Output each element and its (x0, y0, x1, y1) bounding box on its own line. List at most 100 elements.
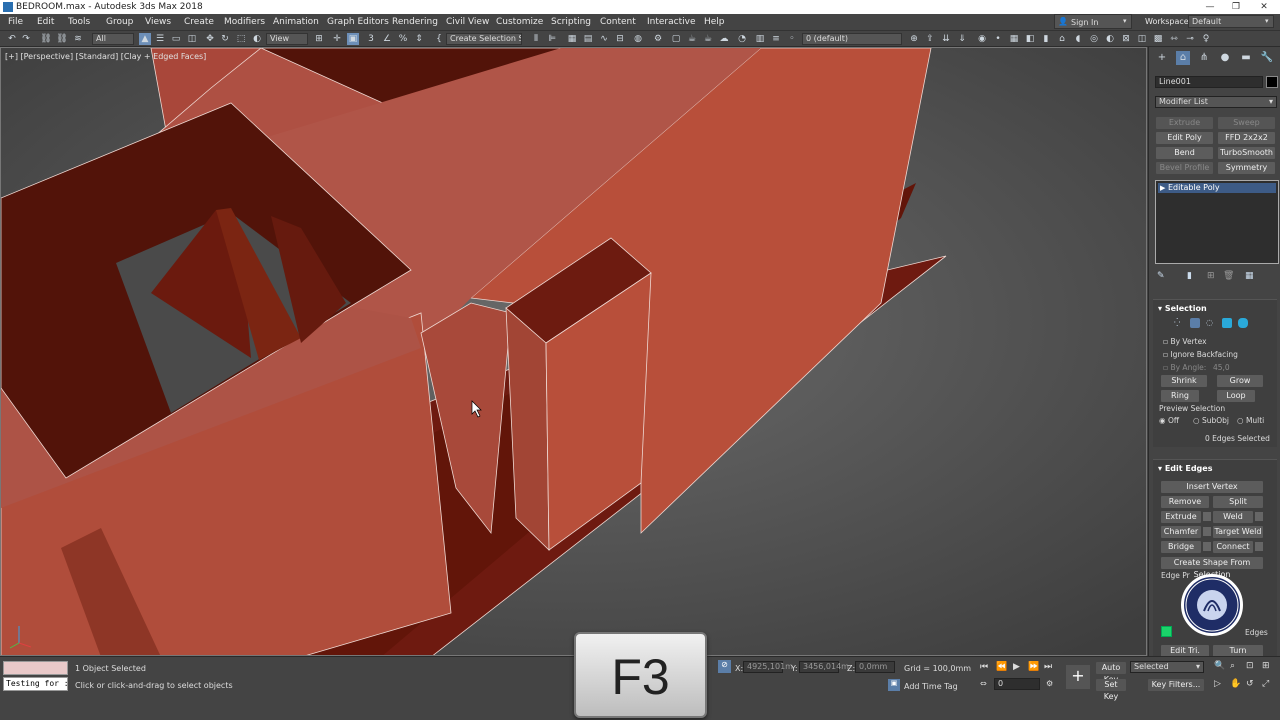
select-object-icon[interactable]: ▲ (139, 33, 151, 45)
zoom-extents-all-icon[interactable]: ⊞ (1262, 661, 1270, 671)
z-coord-field[interactable]: 0,0mm (855, 661, 895, 673)
modifier-stack[interactable]: ▶ Editable Poly (1155, 180, 1279, 264)
menu-scripting[interactable]: Scripting (551, 17, 591, 27)
turn-button[interactable]: Turn (1213, 645, 1263, 656)
ref-coord-dropdown[interactable]: View (266, 33, 308, 45)
maxscript-listener-pink[interactable] (3, 661, 68, 675)
utilities-tab-icon[interactable]: 🔧 (1260, 51, 1274, 65)
maximize-button[interactable]: ❐ (1222, 0, 1250, 14)
weld-settings-icon[interactable] (1255, 512, 1263, 521)
viewport-label[interactable]: [+] [Perspective] [Standard] [Clay + Edg… (5, 52, 206, 61)
make-unique-icon[interactable]: ⊞ (1207, 271, 1215, 281)
menu-graph-editors[interactable]: Graph Editors (327, 17, 389, 27)
preview-subobj-radio[interactable]: ○ SubObj (1193, 416, 1229, 425)
time-config-icon[interactable]: ⚙ (1046, 679, 1053, 688)
current-frame-field[interactable]: 0 (994, 678, 1040, 690)
extrude-mod-button[interactable]: Extrude (1156, 117, 1213, 129)
remove-modifier-icon[interactable]: 🗑 (1223, 271, 1234, 281)
field-of-view-icon[interactable]: ▷ (1214, 679, 1221, 689)
auto-key-button[interactable]: Auto Key (1096, 662, 1126, 684)
gizmo-icon[interactable]: ◎ (1088, 33, 1100, 45)
layer-dropdown[interactable]: 0 (default) (802, 33, 902, 45)
previous-frame-icon[interactable]: ⏪ (996, 662, 1007, 672)
maximize-viewport-icon[interactable]: ⤢ (1262, 679, 1269, 689)
menu-tools[interactable]: Tools (68, 17, 90, 27)
key-filters-button[interactable]: Key Filters... (1148, 679, 1204, 691)
percent-snap-icon[interactable]: % (397, 33, 409, 45)
spacing-icon[interactable]: ⊸ (1184, 33, 1196, 45)
bend-mod-button[interactable]: Bend (1156, 147, 1213, 159)
named-selection-dropdown[interactable]: Create Selection Se (446, 33, 522, 45)
modify-tab-icon[interactable]: ⌂ (1176, 51, 1190, 65)
key-mode-icon[interactable]: ⇔ (980, 679, 987, 688)
go-to-start-icon[interactable]: ⏮ (980, 662, 988, 672)
shrink-button[interactable]: Shrink (1161, 375, 1207, 387)
add-to-layer-icon[interactable]: ⇪ (924, 33, 936, 45)
weld-button[interactable]: Weld (1213, 511, 1253, 523)
toggle-ribbon-icon[interactable]: ▤ (582, 33, 594, 45)
insert-vertex-button[interactable]: Insert Vertex (1161, 481, 1263, 493)
measure-icon[interactable]: ⇿ (1168, 33, 1180, 45)
material-editor-icon[interactable]: ◍ (632, 33, 644, 45)
maxscript-listener-white[interactable]: Testing for : (3, 677, 68, 691)
move-icon[interactable]: ✥ (204, 33, 216, 45)
sign-in-dropdown[interactable]: 👤 Sign In ▾ (1054, 14, 1132, 29)
render-frame-icon[interactable]: ▢ (670, 33, 682, 45)
unlink-icon[interactable]: ⛓ (56, 33, 68, 45)
lock-icon[interactable]: ▮ (1040, 33, 1052, 45)
align-view-icon[interactable]: ◧ (1024, 33, 1036, 45)
pan-icon[interactable]: ✋ (1230, 679, 1241, 689)
x-coord-field[interactable]: 4925,101m (743, 661, 793, 673)
edit-edges-title[interactable]: ▾ Edit Edges (1158, 464, 1280, 473)
bind-spacewarp-icon[interactable]: ≋ (72, 33, 84, 45)
menu-help[interactable]: Help (704, 17, 725, 27)
extrude-settings-icon[interactable] (1203, 512, 1211, 521)
display-tab-icon[interactable]: ▬ (1239, 51, 1253, 65)
motion-tab-icon[interactable]: ● (1218, 51, 1232, 65)
modifier-list-dropdown[interactable]: Modifier List ▾ (1155, 96, 1277, 108)
minimize-button[interactable]: — (1196, 0, 1224, 14)
element-mode-icon[interactable] (1238, 318, 1248, 328)
object-name-field[interactable]: Line001 (1155, 76, 1263, 88)
play-icon[interactable]: ▶ (1013, 662, 1020, 672)
target-weld-button[interactable]: Target Weld (1213, 526, 1263, 538)
edge-mode-icon[interactable] (1190, 318, 1200, 328)
orbit-icon[interactable]: ↺ (1246, 679, 1254, 689)
edit-poly-mod-button[interactable]: Edit Poly (1156, 132, 1213, 144)
preview-off-radio[interactable]: ◉ Off (1159, 416, 1179, 425)
render-iterative-icon[interactable]: ☕ (702, 33, 714, 45)
redo-icon[interactable]: ↷ (20, 33, 32, 45)
grow-button[interactable]: Grow (1217, 375, 1263, 387)
scale-icon[interactable]: ⬚ (235, 33, 247, 45)
configure-sets-icon[interactable]: ▦ (1245, 271, 1254, 281)
wire-icon[interactable]: ⊠ (1120, 33, 1132, 45)
link-icon[interactable]: ⛓ (40, 33, 52, 45)
render-setup-icon[interactable]: ⚙ (652, 33, 664, 45)
show-end-result-icon[interactable]: ▮ (1187, 271, 1192, 281)
menu-views[interactable]: Views (145, 17, 171, 27)
snaps-toggle-icon[interactable]: 3 (365, 33, 377, 45)
connect-button[interactable]: Connect (1213, 541, 1253, 553)
bevel-profile-mod-button[interactable]: Bevel Profile (1156, 162, 1213, 174)
set-key-button[interactable]: Set Key (1096, 679, 1126, 701)
selection-rollout-title[interactable]: ▾ Selection (1158, 304, 1280, 313)
time-tag-icon[interactable]: ▣ (888, 679, 900, 691)
extrude-button[interactable]: Extrude (1161, 511, 1201, 523)
bridge-button[interactable]: Bridge (1161, 541, 1201, 553)
polygon-mode-icon[interactable] (1222, 318, 1232, 328)
workspaces-dropdown[interactable]: Default ▾ (1188, 15, 1274, 28)
bridge-settings-icon[interactable] (1203, 542, 1211, 551)
edit-named-selection-icon[interactable]: { (433, 33, 445, 45)
capsule-icon[interactable]: ◖ (1072, 33, 1084, 45)
next-frame-icon[interactable]: ⏩ (1028, 662, 1039, 672)
render-production-icon[interactable]: ☕ (686, 33, 698, 45)
ignore-backfacing-checkbox[interactable]: ▫ Ignore Backfacing (1163, 350, 1238, 359)
ffd-mod-button[interactable]: FFD 2x2x2 (1218, 132, 1275, 144)
rotate-icon[interactable]: ↻ (219, 33, 231, 45)
rect-selection-icon[interactable]: ▭ (170, 33, 182, 45)
align-icon[interactable]: ⊫ (546, 33, 558, 45)
create-layer-icon[interactable]: ⊕ (908, 33, 920, 45)
create-shape-button[interactable]: Create Shape From Selection (1161, 557, 1263, 579)
object-color-swatch[interactable] (1266, 76, 1278, 88)
render-online-icon[interactable]: ☁ (718, 33, 730, 45)
